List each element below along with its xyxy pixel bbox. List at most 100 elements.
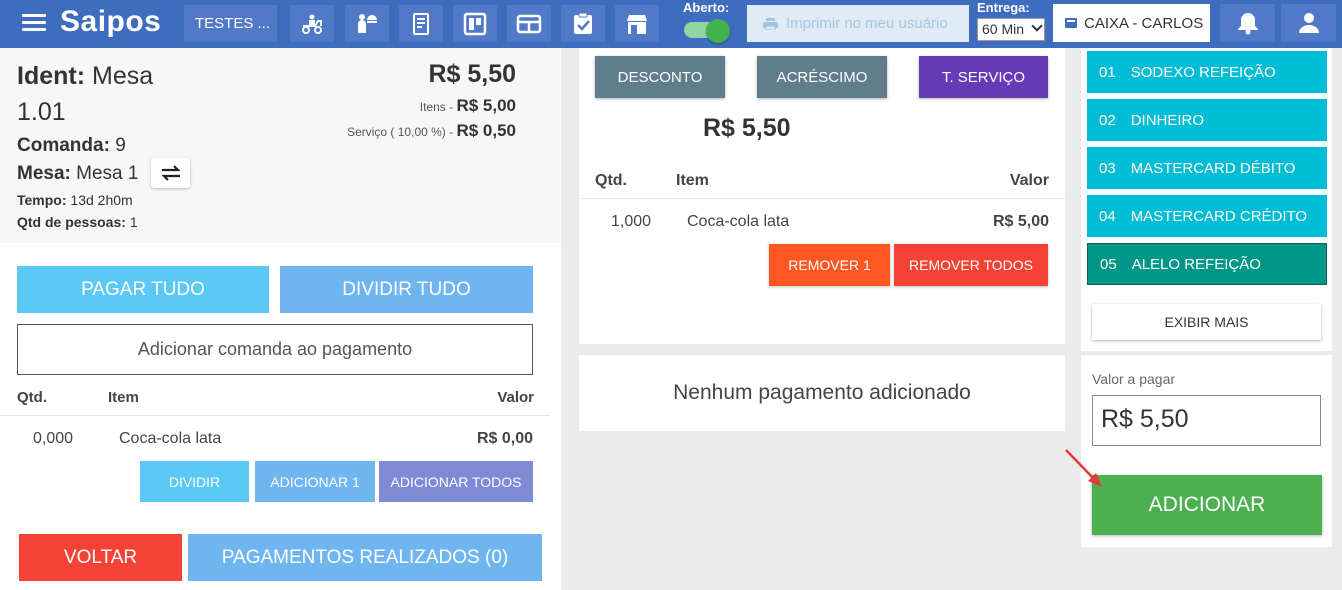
aberto-toggle[interactable] [684,18,732,43]
payment-name: SODEXO REFEIÇÃO [1130,63,1276,81]
cash-register-icon [1065,18,1077,28]
exibir-mais-button[interactable]: EXIBIR MAIS [1092,304,1321,340]
caixa-label: CAIXA - CARLOS [1084,14,1204,32]
payment-code: 03 [1099,159,1116,177]
column-header-qtd: Qtd. [595,172,627,189]
split-panel: PAGAR TUDO DIVIDIR TUDO Adicionar comand… [0,243,561,590]
itens-line: Itens - R$ 5,00 [420,96,516,116]
column-header-item: Item [108,389,139,406]
itens-value: R$ 5,00 [456,96,516,115]
payment-code: 04 [1099,207,1116,225]
user-icon [1298,13,1319,33]
add-comanda-button[interactable]: Adicionar comanda ao pagamento [17,324,533,375]
payment-method-03[interactable]: 03 MASTERCARD DÉBITO [1087,147,1327,189]
desconto-button[interactable]: DESCONTO [595,56,725,98]
payment-methods-panel: 01 SODEXO REFEIÇÃO 02 DINHEIRO 03 MASTER… [1081,48,1332,351]
print-button[interactable]: Imprimir no meu usuário [747,5,969,42]
row-qtd: 0,000 [33,430,74,447]
tempo-value: 13d 2h0m [70,192,133,208]
payment-name: MASTERCARD CRÉDITO [1130,207,1308,225]
bell-icon [1237,13,1258,35]
row-qtd: 1,000 [611,213,652,230]
qtd-pessoas-label: Qtd de pessoas: [17,214,126,230]
pagamentos-realizados-button[interactable]: PAGAMENTOS REALIZADOS (0) [188,534,542,581]
app-logo: Saipos [60,5,162,38]
checklist-icon[interactable] [561,5,605,42]
adicionar-1-button[interactable]: ADICIONAR 1 [255,461,375,502]
payment-method-05[interactable]: 05 ALELO REFEIÇÃO [1087,243,1327,285]
print-button-label: Imprimir no meu usuário [786,15,948,32]
entrega-value: 60 Min [982,21,1025,37]
waiter-icon[interactable] [345,5,389,42]
ident-label: Ident: [17,62,86,90]
items-panel: DESCONTO ACRÉSCIMO T. SERVIÇO R$ 5,50 Qt… [579,48,1065,344]
items-total: R$ 5,50 [703,114,791,142]
dividir-button[interactable]: DIVIDIR [140,461,249,502]
acrescimo-button[interactable]: ACRÉSCIMO [757,56,887,98]
order-info-panel: Ident: Mesa 1.01 Comanda: 9 Mesa: Mesa 1… [0,48,561,243]
payment-name: MASTERCARD DÉBITO [1130,159,1296,177]
payment-method-02[interactable]: 02 DINHEIRO [1087,99,1327,141]
tempo-label: Tempo: [17,192,67,208]
mesa-label: Mesa: [17,163,71,184]
delivery-icon[interactable] [290,5,334,42]
aberto-label: Aberto: [683,0,730,15]
payments-empty-state: Nenhum pagamento adicionado [579,355,1065,431]
store-icon[interactable] [615,5,659,42]
column-header-valor: Valor [1009,172,1049,189]
payment-code: 02 [1099,111,1116,129]
board-icon[interactable] [453,5,497,42]
order-pad-icon[interactable] [399,5,443,42]
taxa-servico-button[interactable]: T. SERVIÇO [919,56,1048,98]
column-header-item: Item [676,172,709,189]
payment-code: 05 [1100,255,1117,273]
adicionar-button[interactable]: ADICIONAR [1092,475,1322,535]
voltar-button[interactable]: VOLTAR [19,534,182,581]
tempo-line: Tempo: 13d 2h0m [17,192,133,208]
valor-a-pagar-label: Valor a pagar [1092,371,1176,387]
pagar-tudo-button[interactable]: PAGAR TUDO [17,266,269,313]
servico-label: Serviço ( 10,00 %) - [347,125,457,139]
mesa-line: Mesa: Mesa 1 [17,163,138,185]
itens-label: Itens - [419,100,457,114]
top-bar: Saipos TESTES ... Aberto: Imprimir no me… [0,0,1342,48]
row-valor: R$ 0,00 [476,430,533,447]
dividir-tudo-button[interactable]: DIVIDIR TUDO [280,266,533,313]
table-divider [579,198,1065,199]
entrega-select[interactable]: 60 Min [977,18,1045,41]
column-header-qtd: Qtd. [17,389,47,406]
valor-a-pagar-panel: Valor a pagar R$ 5,50 ADICIONAR [1081,355,1332,547]
table-divider [0,415,550,416]
notifications-button[interactable] [1220,4,1275,42]
servico-line: Serviço ( 10,00 %) - R$ 0,50 [347,121,516,141]
printer-icon [763,17,778,30]
ident-value-2: 1.01 [17,98,66,126]
remover-todos-button[interactable]: REMOVER TODOS [894,244,1048,286]
order-total: R$ 5,50 [428,60,516,88]
entrega-label: Entrega: [977,0,1030,15]
user-menu-button[interactable] [1281,4,1336,42]
payment-method-01[interactable]: 01 SODEXO REFEIÇÃO [1087,51,1327,93]
ident-value: Mesa [92,62,154,90]
remover-1-button[interactable]: REMOVER 1 [769,244,890,286]
qtd-pessoas-value: 1 [129,214,138,230]
comanda-label: Comanda: [17,135,110,156]
valor-a-pagar-input[interactable]: R$ 5,50 [1092,395,1321,446]
menu-icon[interactable] [22,14,46,32]
store-selector-button[interactable]: TESTES ... [184,5,277,42]
qtd-pessoas-line: Qtd de pessoas: 1 [17,214,138,230]
annotation-arrow-icon [1065,449,1102,487]
payment-name: ALELO REFEIÇÃO [1131,255,1261,273]
payment-name: DINHEIRO [1130,111,1205,129]
row-valor: R$ 5,00 [992,213,1049,230]
adicionar-todos-button[interactable]: ADICIONAR TODOS [379,461,533,502]
servico-value: R$ 0,50 [456,121,516,140]
comanda-value: 9 [115,135,126,156]
caixa-button[interactable]: CAIXA - CARLOS [1053,4,1210,42]
mesa-value: Mesa 1 [76,163,139,184]
counter-icon[interactable] [507,5,551,42]
payment-code: 01 [1099,63,1116,81]
row-item: Coca-cola lata [119,430,222,447]
payment-method-04[interactable]: 04 MASTERCARD CRÉDITO [1087,195,1327,237]
swap-table-button[interactable] [151,158,190,188]
